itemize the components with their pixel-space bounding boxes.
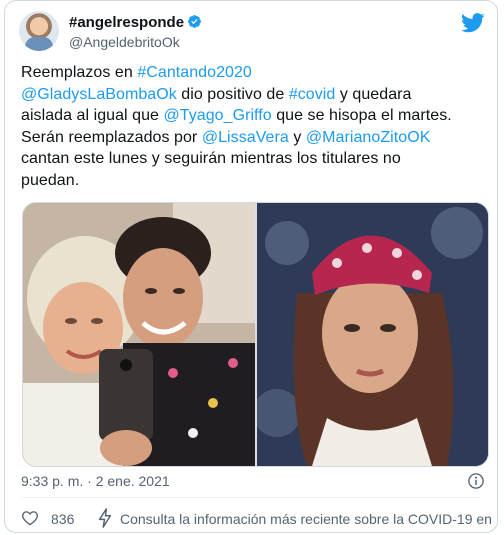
hashtag-link[interactable]: #covid <box>289 86 336 103</box>
heart-icon[interactable] <box>21 509 39 526</box>
mention-link[interactable]: @GladysLaBombaOk <box>21 86 177 103</box>
author-display-name[interactable]: #angelresponde <box>69 14 184 32</box>
photo-selfie[interactable] <box>23 203 255 466</box>
tweet-line: puedan. <box>21 170 491 192</box>
mention-link[interactable]: @MarianoZitoOK <box>306 129 431 146</box>
twitter-bird-icon[interactable] <box>461 13 485 33</box>
info-icon[interactable] <box>467 472 485 490</box>
avatar[interactable] <box>19 11 59 51</box>
lightning-bolt-icon <box>98 508 112 528</box>
tweet-text: y quedara <box>335 85 412 103</box>
tweet-line: @GladysLaBombaOk dio positivo de #covid … <box>21 84 491 106</box>
tweet-text: dio positivo de <box>176 85 289 103</box>
author-handle[interactable]: @AngeldebritoOk <box>69 33 202 51</box>
like-count[interactable]: 836 <box>51 510 74 528</box>
tweet-text: puedan. <box>21 171 80 189</box>
hashtag-link[interactable]: #Cantando2020 <box>137 64 252 81</box>
tweet-text: que se hisopa el martes. <box>271 107 452 124</box>
tweet-actions: 836 Consulta la información más reciente… <box>21 506 497 530</box>
tweet-text: y <box>288 128 306 146</box>
author-names[interactable]: #angelresponde @AngeldebritoOk <box>69 14 202 51</box>
tweet-header: #angelresponde @AngeldebritoOk <box>19 11 485 55</box>
mention-link[interactable]: @Tyago_Griffo <box>164 107 272 124</box>
tweet-text: Serán reemplazados por <box>21 128 202 146</box>
divider <box>21 497 481 498</box>
tweet-line: aislada al igual que @Tyago_Griffo que s… <box>21 105 491 127</box>
tweet-text: cantan este lunes y seguirán mientras lo… <box>21 150 401 167</box>
tweet-line: cantan este lunes y seguirán mientras lo… <box>21 148 491 170</box>
covid-info-link[interactable]: Consulta la información más reciente sob… <box>120 510 497 528</box>
photo-portrait[interactable] <box>257 203 488 466</box>
tweet-timestamp[interactable]: 9:33 p. m. · 2 ene. 2021 <box>21 472 170 490</box>
tweet-body: Reemplazos en #Cantando2020 @GladysLaBom… <box>21 62 491 191</box>
tweet-card: #angelresponde @AngeldebritoOk Reemplazo… <box>4 0 498 533</box>
tweet-text: Reemplazos en <box>21 64 138 81</box>
tweet-text: aislada al igual que <box>21 107 164 124</box>
tweet-line: Serán reemplazados por @LissaVera y @Mar… <box>21 127 491 149</box>
tweet-line: Reemplazos en #Cantando2020 <box>21 62 491 84</box>
tweet-media <box>22 202 489 467</box>
verified-badge-icon <box>188 15 201 28</box>
mention-link[interactable]: @LissaVera <box>202 129 289 146</box>
